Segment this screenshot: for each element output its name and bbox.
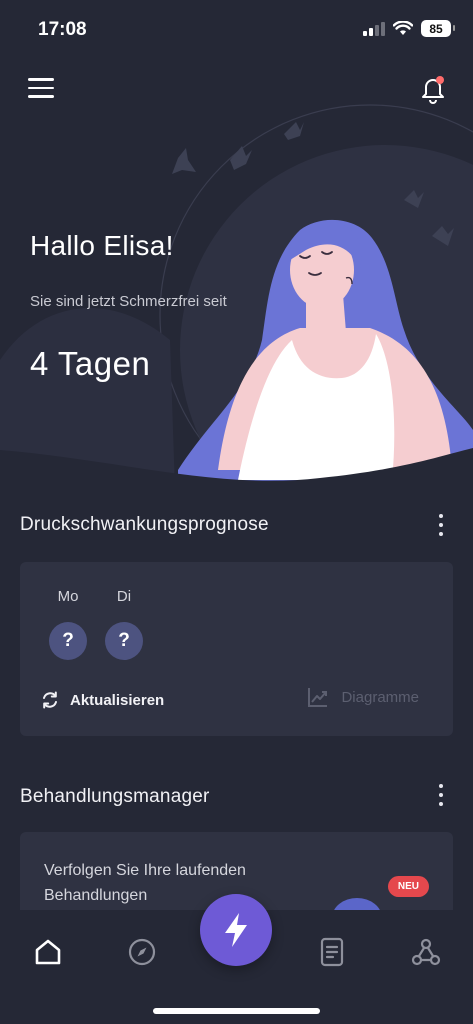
notification-button[interactable] <box>419 74 447 104</box>
forecast-value-badge[interactable]: ? <box>105 622 143 660</box>
lightning-icon <box>225 913 247 947</box>
status-time: 17:08 <box>38 19 87 40</box>
battery-icon: 85 <box>421 20 455 37</box>
manager-section-title: Behandlungsmanager <box>20 786 210 807</box>
network-icon <box>411 938 441 966</box>
refresh-label: Aktualisieren <box>70 691 165 709</box>
quick-action-button[interactable] <box>200 894 272 966</box>
forecast-card: Mo Di ? ? Aktualisieren Diagramme <box>20 562 453 736</box>
greeting-title: Hallo Elisa! <box>30 230 174 261</box>
home-icon <box>35 939 61 965</box>
day-label: Mo <box>57 588 79 605</box>
new-badge: NEU <box>387 876 429 897</box>
forecast-value-badge[interactable]: ? <box>49 622 87 660</box>
compass-icon <box>128 938 156 966</box>
charts-button[interactable]: Diagramme <box>307 686 419 708</box>
kebab-menu-icon <box>439 514 443 518</box>
battery-level: 85 <box>429 21 443 36</box>
refresh-button[interactable]: Aktualisieren <box>40 690 164 710</box>
manager-more-button[interactable] <box>437 784 445 806</box>
hamburger-menu-icon <box>28 78 54 81</box>
home-indicator[interactable] <box>153 1008 320 1014</box>
notification-bell-icon <box>422 76 444 104</box>
status-bar: 17:08 85 <box>0 0 473 60</box>
status-icons: 85 <box>363 20 455 37</box>
nav-home[interactable] <box>28 932 68 972</box>
nav-explore[interactable] <box>122 932 162 972</box>
hero-section: Hallo Elisa! Sie sind jetzt Schmerzfrei … <box>0 60 473 490</box>
forecast-more-button[interactable] <box>437 514 445 536</box>
kebab-menu-icon <box>439 784 443 788</box>
forecast-section-title: Druckschwankungsprognose <box>20 514 269 535</box>
bottom-navigation <box>0 894 473 1024</box>
nav-documents[interactable] <box>312 932 352 972</box>
pain-free-subtitle: Sie sind jetzt Schmerzfrei seit <box>30 293 227 310</box>
refresh-icon <box>43 691 57 709</box>
hero-illustration <box>0 104 473 490</box>
menu-button[interactable] <box>28 78 54 100</box>
line-chart-icon <box>308 688 328 707</box>
day-label: Di <box>116 588 132 605</box>
charts-label: Diagramme <box>341 688 419 706</box>
document-icon <box>320 937 344 967</box>
pain-free-days: 4 Tagen <box>30 345 151 382</box>
signal-icon <box>363 21 385 36</box>
wifi-icon <box>393 21 413 35</box>
nav-network[interactable] <box>406 932 446 972</box>
notification-dot-icon <box>436 76 444 84</box>
